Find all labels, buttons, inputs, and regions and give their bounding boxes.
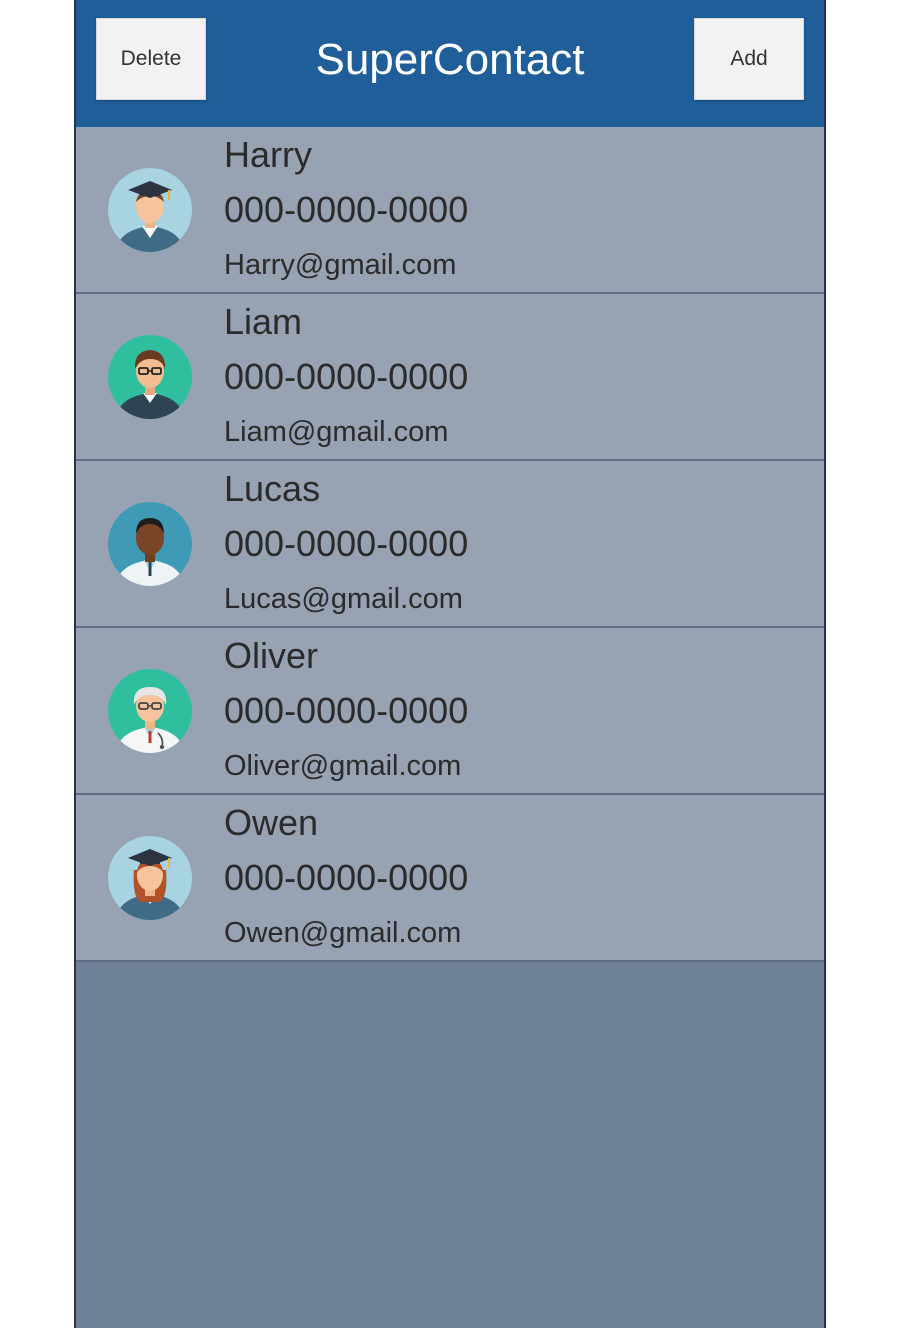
contact-phone: 000-0000-0000 <box>224 523 469 564</box>
contact-email: Oliver@gmail.com <box>224 750 462 782</box>
contact-name: Lucas <box>224 468 321 509</box>
contact-phone: 000-0000-0000 <box>224 857 469 898</box>
doctor-male-avatar-icon <box>108 502 192 586</box>
contact-name: Owen <box>224 802 319 843</box>
senior-doctor-avatar-icon <box>108 669 192 753</box>
contact-row[interactable]: Harry 000-0000-0000 Harry@gmail.com <box>74 127 826 294</box>
contact-name: Harry <box>224 134 312 175</box>
contact-phone: 000-0000-0000 <box>224 189 469 230</box>
contact-email: Lucas@gmail.com <box>224 583 463 615</box>
contact-row[interactable]: Lucas 000-0000-0000 Lucas@gmail.com <box>74 461 826 628</box>
graduate-male-avatar-icon <box>108 168 192 252</box>
add-button[interactable]: Add <box>694 18 804 100</box>
contact-name: Oliver <box>224 635 319 676</box>
contact-row[interactable]: Owen 000-0000-0000 Owen@gmail.com <box>74 795 826 962</box>
app-screen: Delete SuperContact Add Harry 000-0000-0… <box>74 0 826 1328</box>
contact-phone: 000-0000-0000 <box>224 690 469 731</box>
app-header: Delete SuperContact Add <box>74 0 826 129</box>
contact-email: Harry@gmail.com <box>224 249 457 281</box>
graduate-female-avatar-icon <box>108 836 192 920</box>
screen-edge-right <box>824 0 826 1328</box>
contact-row[interactable]: Oliver 000-0000-0000 Oliver@gmail.com <box>74 628 826 795</box>
man-glasses-avatar-icon <box>108 335 192 419</box>
contact-row[interactable]: Liam 000-0000-0000 Liam@gmail.com <box>74 294 826 461</box>
contact-list: Harry 000-0000-0000 Harry@gmail.com Liam… <box>74 127 826 962</box>
screen-edge-left <box>74 0 76 1328</box>
contact-name: Liam <box>224 301 303 342</box>
contact-email: Owen@gmail.com <box>224 917 462 949</box>
contact-phone: 000-0000-0000 <box>224 356 469 397</box>
contact-email: Liam@gmail.com <box>224 416 449 448</box>
